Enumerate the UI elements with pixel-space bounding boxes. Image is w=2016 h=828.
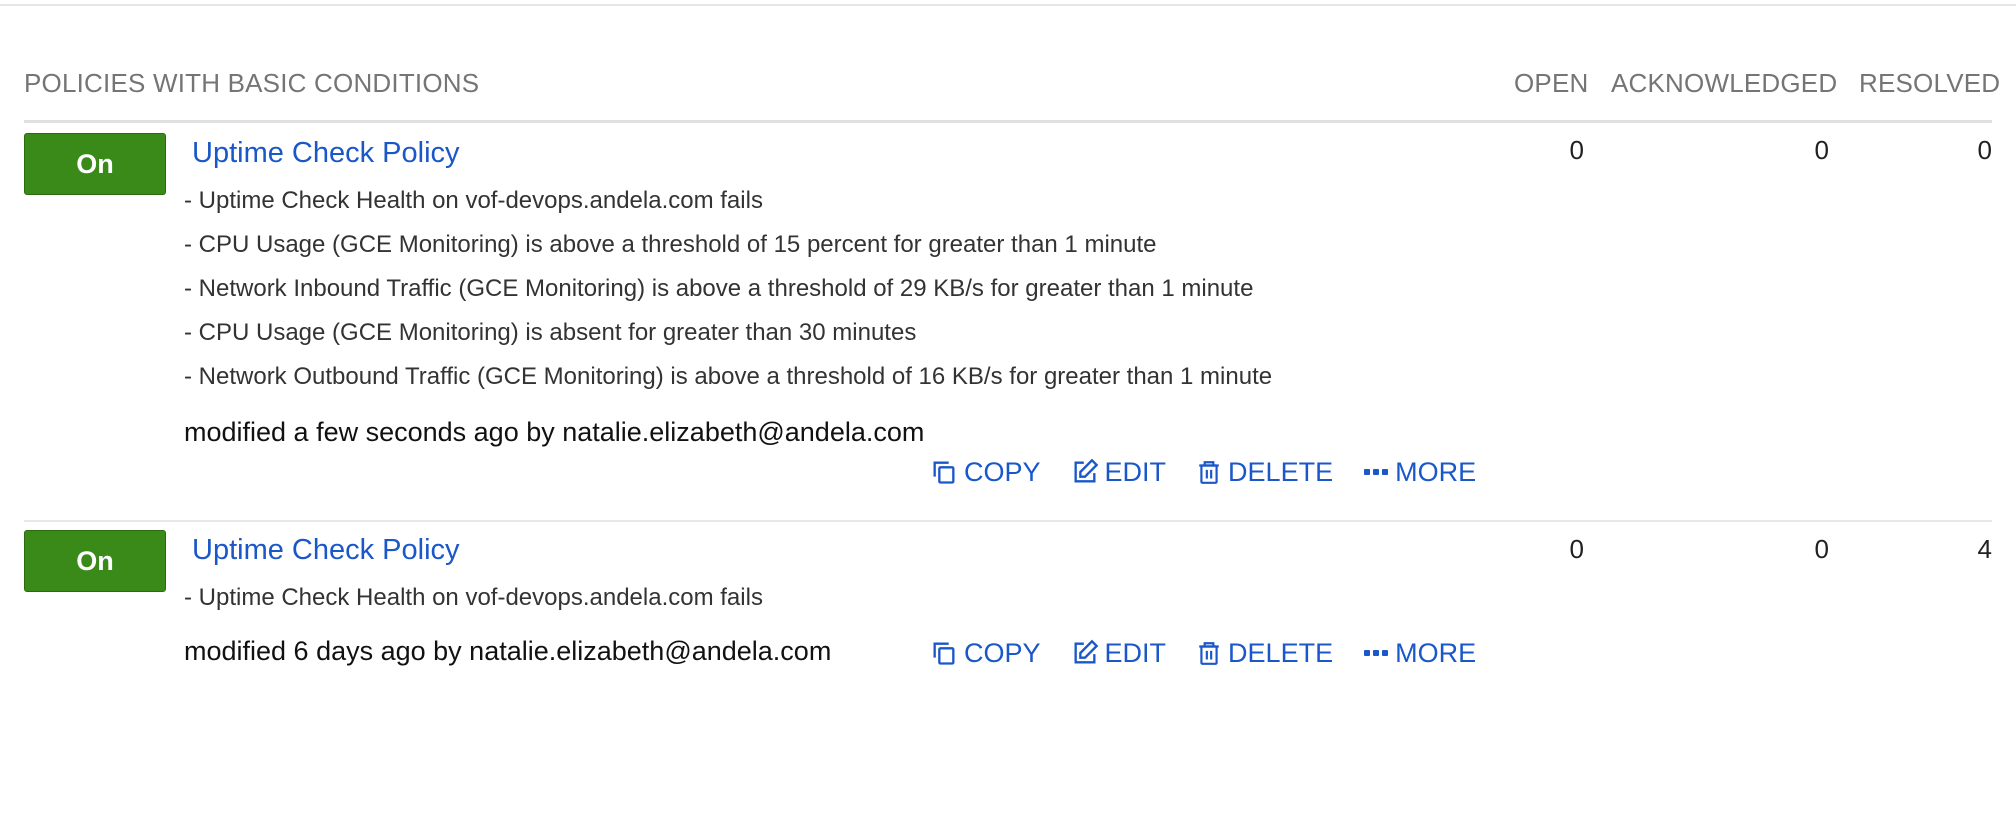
more-label: MORE (1395, 637, 1477, 668)
more-dots-icon (1364, 650, 1389, 656)
delete-label: DELETE (1228, 637, 1334, 668)
resolved-count: 4 (1977, 534, 1992, 564)
acknowledged-count: 0 (1814, 534, 1829, 564)
policy-enabled-toggle[interactable]: On (24, 530, 166, 592)
policies-section: POLICIES WITH BASIC CONDITIONS OPEN ACKN… (24, 62, 2000, 682)
copy-label: COPY (964, 637, 1041, 668)
more-button[interactable]: MORE (1363, 457, 1476, 488)
copy-button[interactable]: COPY (930, 457, 1041, 488)
policy-actions: COPY EDIT DELETE MORE (930, 455, 1506, 489)
more-dots-icon (1364, 469, 1389, 475)
condition-item: - Uptime Check Health on vof-devops.ande… (184, 187, 763, 214)
copy-button[interactable]: COPY (930, 638, 1041, 669)
column-header-acknowledged: ACKNOWLEDGED (1611, 68, 1838, 98)
column-header-resolved: RESOLVED (1859, 68, 2001, 98)
edit-label: EDIT (1104, 637, 1167, 668)
condition-item: - Network Inbound Traffic (GCE Monitorin… (184, 275, 1254, 302)
delete-label: DELETE (1228, 456, 1334, 487)
trash-icon (1199, 642, 1219, 665)
top-divider (0, 4, 2016, 6)
trash-icon (1199, 461, 1219, 484)
open-count: 0 (1569, 135, 1584, 165)
more-label: MORE (1395, 456, 1477, 487)
policy-actions: COPY EDIT DELETE MORE (930, 636, 1506, 670)
section-title: POLICIES WITH BASIC CONDITIONS (24, 68, 480, 98)
policy-enabled-toggle[interactable]: On (24, 133, 166, 195)
copy-label: COPY (964, 456, 1041, 487)
resolved-count: 0 (1977, 135, 1992, 165)
edit-icon (1074, 639, 1098, 664)
delete-button[interactable]: DELETE (1196, 457, 1333, 488)
policy-name-link[interactable]: Uptime Check Policy (192, 137, 460, 170)
edit-button[interactable]: EDIT (1071, 456, 1167, 488)
policy-row: On Uptime Check Policy - Uptime Check He… (24, 522, 1992, 682)
condition-item: - CPU Usage (GCE Monitoring) is above a … (184, 231, 1157, 258)
policy-name-link[interactable]: Uptime Check Policy (192, 534, 460, 567)
column-header-open: OPEN (1514, 68, 1589, 98)
modified-info: modified a few seconds ago by natalie.el… (184, 417, 925, 447)
more-button[interactable]: MORE (1363, 638, 1476, 669)
delete-button[interactable]: DELETE (1196, 638, 1333, 669)
edit-icon (1074, 458, 1098, 483)
policies-header: POLICIES WITH BASIC CONDITIONS OPEN ACKN… (24, 62, 2000, 123)
copy-icon (933, 461, 955, 484)
condition-item: - Network Outbound Traffic (GCE Monitori… (184, 363, 1273, 390)
edit-button[interactable]: EDIT (1071, 637, 1167, 669)
condition-item: - Uptime Check Health on vof-devops.ande… (184, 584, 763, 611)
policy-row: On Uptime Check Policy - Uptime Check He… (24, 123, 1992, 522)
open-count: 0 (1569, 534, 1584, 564)
copy-icon (933, 642, 955, 665)
acknowledged-count: 0 (1814, 135, 1829, 165)
edit-label: EDIT (1104, 456, 1167, 487)
condition-item: - CPU Usage (GCE Monitoring) is absent f… (184, 319, 917, 346)
modified-info: modified 6 days ago by natalie.elizabeth… (184, 636, 832, 666)
